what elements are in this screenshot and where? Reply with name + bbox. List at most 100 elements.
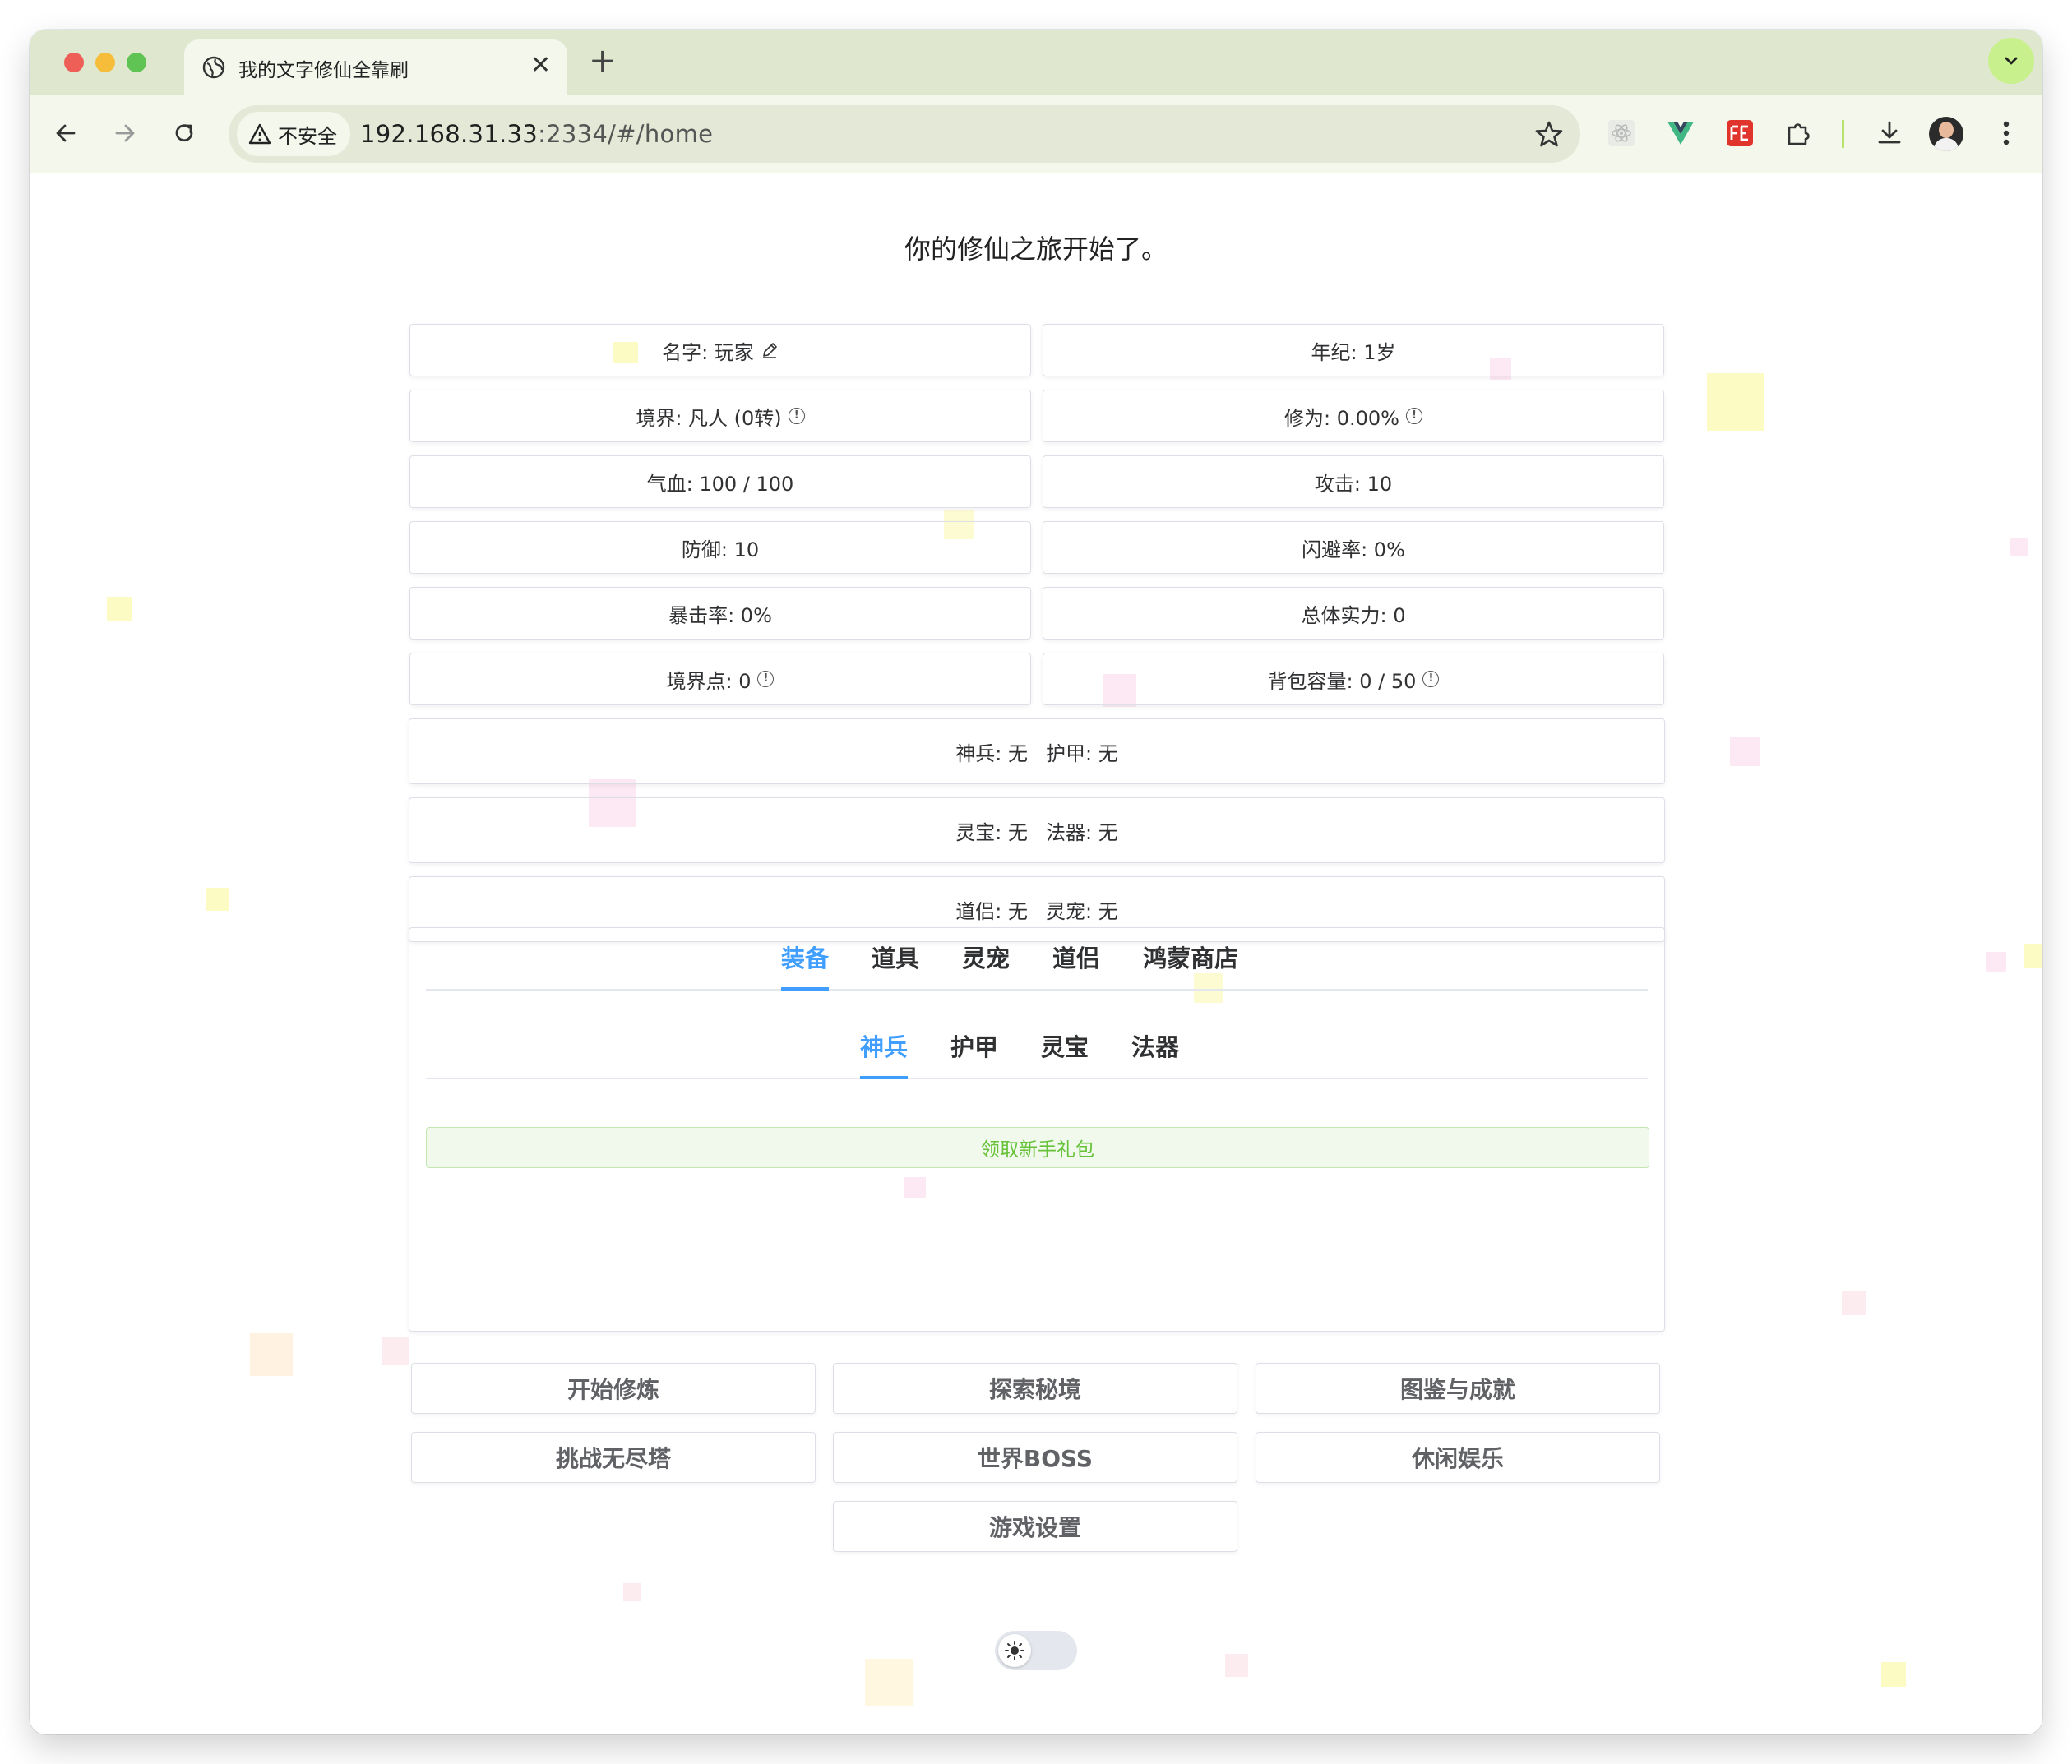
stat-cultivation: 修为: 0.00% ! <box>1043 390 1664 442</box>
equipped-pet[interactable]: 灵宠: 无 <box>1046 895 1118 924</box>
stat-attack-text: 攻击: 10 <box>1314 472 1393 496</box>
close-window-button[interactable] <box>64 53 84 72</box>
tab-shop[interactable]: 鸿蒙商店 <box>1122 928 1260 989</box>
equipment-row-weapon-armor: 神兵: 无 护甲: 无 <box>409 718 1665 784</box>
tab-search-button[interactable] <box>1988 38 2034 84</box>
theme-toggle[interactable] <box>995 1631 1077 1670</box>
info-icon[interactable]: ! <box>1422 671 1440 687</box>
info-icon[interactable]: ! <box>788 408 805 424</box>
profile-avatar[interactable] <box>1929 117 1963 151</box>
leisure-button[interactable]: 休闲娱乐 <box>1256 1432 1660 1483</box>
equipped-artifact[interactable]: 法器: 无 <box>1046 816 1118 845</box>
bookmark-star-icon[interactable] <box>1534 119 1564 149</box>
subtab-weapon[interactable]: 神兵 <box>839 1017 929 1079</box>
equipped-weapon[interactable]: 神兵: 无 <box>955 737 1028 766</box>
explore-button[interactable]: 探索秘境 <box>833 1363 1237 1414</box>
stat-dodge: 闪避率: 0% <box>1043 521 1664 574</box>
info-icon[interactable]: ! <box>1405 408 1422 424</box>
browser-window: 我的文字修仙全靠刷 ✕ + 不安全 192.168.31.33:2334/#/h… <box>30 30 2042 1734</box>
claim-gift-button[interactable]: 领取新手礼包 <box>426 1127 1649 1168</box>
browser-tab[interactable]: 我的文字修仙全靠刷 ✕ <box>184 39 567 95</box>
sub-tabs-list: 神兵 护甲 灵宝 法器 <box>839 1017 1200 1079</box>
subtab-treasure[interactable]: 灵宝 <box>1020 1017 1110 1078</box>
tab-strip: 我的文字修仙全靠刷 ✕ + <box>30 30 2042 95</box>
downloads-button[interactable] <box>1871 115 1908 151</box>
arrow-right-icon <box>115 124 135 142</box>
stat-realm-text: 境界: 凡人 (0转) <box>636 406 782 430</box>
tab-equipment[interactable]: 装备 <box>760 928 850 991</box>
url-path: :2334/#/home <box>538 120 714 148</box>
vue-devtools-extension[interactable] <box>1663 115 1699 151</box>
background-square <box>1225 1654 1248 1677</box>
cultivate-button[interactable]: 开始修炼 <box>411 1363 816 1414</box>
tower-button[interactable]: 挑战无尽塔 <box>411 1432 816 1483</box>
background-square <box>865 1659 913 1706</box>
subtab-armor[interactable]: 护甲 <box>929 1017 1020 1078</box>
reload-button[interactable] <box>166 115 202 151</box>
stat-age: 年纪: 1岁 <box>1043 324 1664 376</box>
background-square <box>206 888 229 911</box>
stat-crit: 暴击率: 0% <box>409 587 1031 640</box>
stat-hp: 气血: 100 / 100 <box>409 455 1031 508</box>
window-controls <box>64 53 146 72</box>
stat-age-text: 年纪: 1岁 <box>1311 340 1396 364</box>
new-tab-button[interactable]: + <box>589 43 617 79</box>
stat-defense: 防御: 10 <box>409 521 1031 574</box>
tab-title: 我的文字修仙全靠刷 <box>238 60 409 81</box>
background-square <box>1986 952 2006 972</box>
stat-name-text: 名字: 玩家 <box>662 340 754 364</box>
stat-dodge-text: 闪避率: 0% <box>1302 538 1405 561</box>
tab-partners[interactable]: 道侣 <box>1031 928 1122 989</box>
stat-realm: 境界: 凡人 (0转) ! <box>409 390 1031 442</box>
close-tab-icon[interactable]: ✕ <box>530 51 551 81</box>
subtab-artifact[interactable]: 法器 <box>1110 1017 1200 1078</box>
fe-helper-extension[interactable] <box>1722 115 1758 151</box>
background-square <box>382 1337 409 1365</box>
maximize-window-button[interactable] <box>127 53 146 72</box>
background-square <box>1842 1291 1866 1315</box>
toolbar-separator <box>1842 120 1844 148</box>
address-bar[interactable]: 不安全 192.168.31.33:2334/#/home <box>229 105 1580 163</box>
security-chip[interactable]: 不安全 <box>237 112 350 156</box>
stat-hp-text: 气血: 100 / 100 <box>646 472 794 496</box>
background-square <box>2010 538 2028 556</box>
forward-button[interactable] <box>107 115 143 151</box>
fe-icon <box>1727 120 1753 146</box>
settings-button[interactable]: 游戏设置 <box>833 1501 1237 1552</box>
info-icon[interactable]: ! <box>757 671 775 687</box>
url-host: 192.168.31.33 <box>360 120 539 148</box>
extensions-button[interactable] <box>1781 115 1817 151</box>
reload-icon <box>175 124 193 142</box>
tab-items[interactable]: 道具 <box>850 928 941 989</box>
download-icon <box>1878 121 1901 144</box>
minimize-window-button[interactable] <box>95 53 115 72</box>
warning-icon <box>248 123 271 145</box>
browser-menu-button[interactable] <box>1988 115 2024 151</box>
main-tabs: 装备 道具 灵宠 道侣 鸿蒙商店 <box>426 928 1648 991</box>
back-button[interactable] <box>48 115 84 151</box>
stat-realm-points: 境界点: 0 ! <box>409 653 1031 705</box>
equipment-sub-tabs: 神兵 护甲 灵宝 法器 <box>426 1017 1648 1079</box>
react-devtools-extension[interactable] <box>1603 115 1640 151</box>
edit-icon[interactable] <box>761 341 779 359</box>
puzzle-icon <box>1788 123 1810 145</box>
sun-icon <box>1005 1641 1024 1660</box>
stat-attack: 攻击: 10 <box>1043 455 1664 508</box>
stat-name[interactable]: 名字: 玩家 <box>409 324 1031 376</box>
background-square <box>2024 944 2042 968</box>
background-square <box>250 1333 293 1376</box>
equipped-armor[interactable]: 护甲: 无 <box>1046 737 1118 766</box>
equipped-partner[interactable]: 道侣: 无 <box>955 895 1028 924</box>
equipped-treasure[interactable]: 灵宝: 无 <box>955 816 1028 845</box>
chevron-down-icon <box>2005 57 2018 65</box>
stat-cultivation-text: 修为: 0.00% <box>1284 406 1399 430</box>
tab-pets[interactable]: 灵宠 <box>941 928 1031 989</box>
vue-icon <box>1667 122 1694 145</box>
stat-power: 总体实力: 0 <box>1043 587 1664 640</box>
world-boss-button[interactable]: 世界BOSS <box>833 1432 1237 1483</box>
background-square <box>107 597 132 621</box>
stat-bag-text: 背包容量: 0 / 50 <box>1267 669 1417 693</box>
kebab-menu-icon <box>2003 121 2010 145</box>
codex-button[interactable]: 图鉴与成就 <box>1256 1363 1660 1414</box>
background-square <box>1881 1662 1906 1687</box>
